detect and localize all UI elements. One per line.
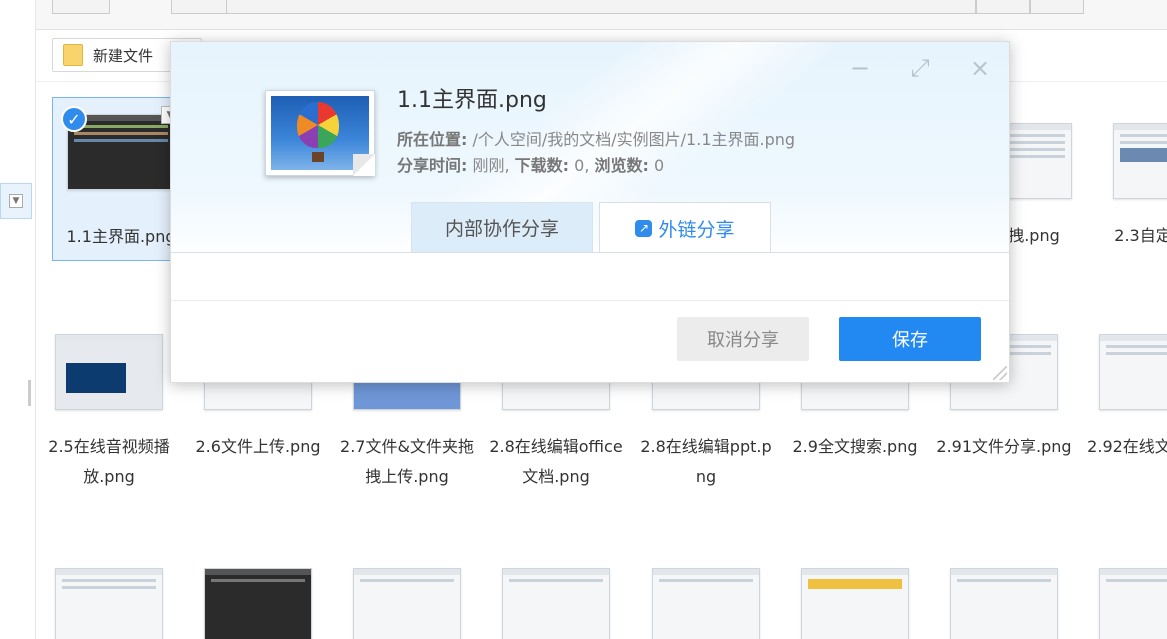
- page-fold-icon: [353, 154, 375, 176]
- file-name: 2.92在线文件预览: [1087, 437, 1167, 456]
- path-breadcrumb[interactable]: [226, 0, 976, 14]
- maximize-icon[interactable]: ⤢: [906, 54, 934, 82]
- splitter-handle[interactable]: [28, 380, 31, 406]
- tab-external-link-share[interactable]: ↗ 外链分享: [599, 202, 771, 252]
- tab-internal-share[interactable]: 内部协作分享: [411, 202, 593, 252]
- tab-external-label: 外链分享: [658, 218, 735, 241]
- file-thumbnail: [1113, 123, 1167, 199]
- address-bar: [36, 0, 1167, 30]
- save-button[interactable]: 保存: [839, 317, 981, 361]
- file-thumbnail: [1099, 334, 1167, 410]
- view-toggle-button[interactable]: [171, 0, 227, 14]
- file-preview-thumbnail: [265, 90, 375, 176]
- new-folder-label: 新建文件: [93, 46, 154, 65]
- file-tile[interactable]: 2.3自定标大小: [1099, 97, 1167, 277]
- downloads-value: 0,: [569, 156, 595, 175]
- file-name: 2.6文件上传.png: [195, 437, 321, 456]
- cancel-share-button[interactable]: 取消分享: [677, 317, 809, 361]
- file-tile[interactable]: 2.5在线音视频播放.png: [41, 334, 177, 514]
- file-name: 2.3自定标大小: [1114, 226, 1167, 245]
- views-label: 浏览数:: [594, 156, 649, 175]
- file-tile[interactable]: ✓ ▼ 1.1主界面.png: [52, 97, 188, 261]
- file-thumbnail[interactable]: [502, 568, 610, 639]
- file-title: 1.1主界面.png: [397, 88, 547, 113]
- checked-icon[interactable]: ✓: [61, 106, 87, 132]
- left-rail: ▼: [0, 0, 36, 639]
- tab-internal-label: 内部协作分享: [444, 218, 559, 240]
- resize-grip-icon[interactable]: [993, 366, 1007, 380]
- share-stats: 分享时间: 刚刚, 下载数: 0, 浏览数: 0: [397, 152, 664, 176]
- collapsed-dropdown[interactable]: ▼: [0, 183, 32, 219]
- file-thumbnail[interactable]: [652, 568, 760, 639]
- file-name: 2.7文件&文件夹拖拽上传.png: [340, 437, 474, 486]
- file-thumbnail: [55, 334, 163, 410]
- back-button[interactable]: [52, 0, 110, 14]
- file-thumbnail[interactable]: [353, 568, 461, 639]
- file-name: 2.91文件分享.png: [936, 437, 1072, 456]
- share-link-icon: ↗: [635, 219, 653, 237]
- file-thumbnail[interactable]: [204, 568, 312, 639]
- minimize-icon[interactable]: −: [846, 54, 874, 82]
- views-value: 0: [648, 156, 665, 175]
- file-thumbnail[interactable]: [950, 568, 1058, 639]
- favorite-button[interactable]: [976, 0, 1030, 14]
- file-tile[interactable]: 2.92在线文件预览: [1085, 334, 1167, 514]
- file-thumbnail[interactable]: [801, 568, 909, 639]
- file-thumbnail[interactable]: [1099, 568, 1167, 639]
- location-label: 所在位置:: [397, 130, 468, 149]
- share-time-label: 分享时间:: [397, 156, 468, 175]
- more-button[interactable]: [1030, 0, 1084, 14]
- dialog-header: − ⤢ × 1.1主界面.png 所在位置: /个人空间/我的文档/实例图片/1…: [171, 42, 1009, 252]
- file-name: 2.5在线音视频播放.png: [48, 437, 170, 486]
- file-thumbnail[interactable]: [55, 568, 163, 639]
- file-name: 2.9全文搜索.png: [792, 437, 918, 456]
- dropdown-arrow-icon: ▼: [9, 194, 23, 208]
- file-name: 1.1主界面.png: [66, 227, 176, 246]
- dialog-footer: 取消分享 保存: [171, 300, 1009, 382]
- share-dialog: − ⤢ × 1.1主界面.png 所在位置: /个人空间/我的文档/实例图片/1…: [170, 41, 1010, 383]
- folder-icon: [63, 44, 83, 66]
- location-value: /个人空间/我的文档/实例图片/1.1主界面.png: [467, 130, 796, 149]
- downloads-label: 下载数:: [514, 156, 570, 175]
- close-icon[interactable]: ×: [966, 54, 994, 82]
- dialog-tab-content: [171, 252, 1009, 300]
- share-time-value: 刚刚,: [467, 156, 515, 175]
- file-name: 2.8在线编辑office文档.png: [489, 437, 623, 486]
- file-name: 2.8在线编辑ppt.png: [640, 437, 772, 486]
- file-location: 所在位置: /个人空间/我的文档/实例图片/1.1主界面.png: [397, 126, 795, 150]
